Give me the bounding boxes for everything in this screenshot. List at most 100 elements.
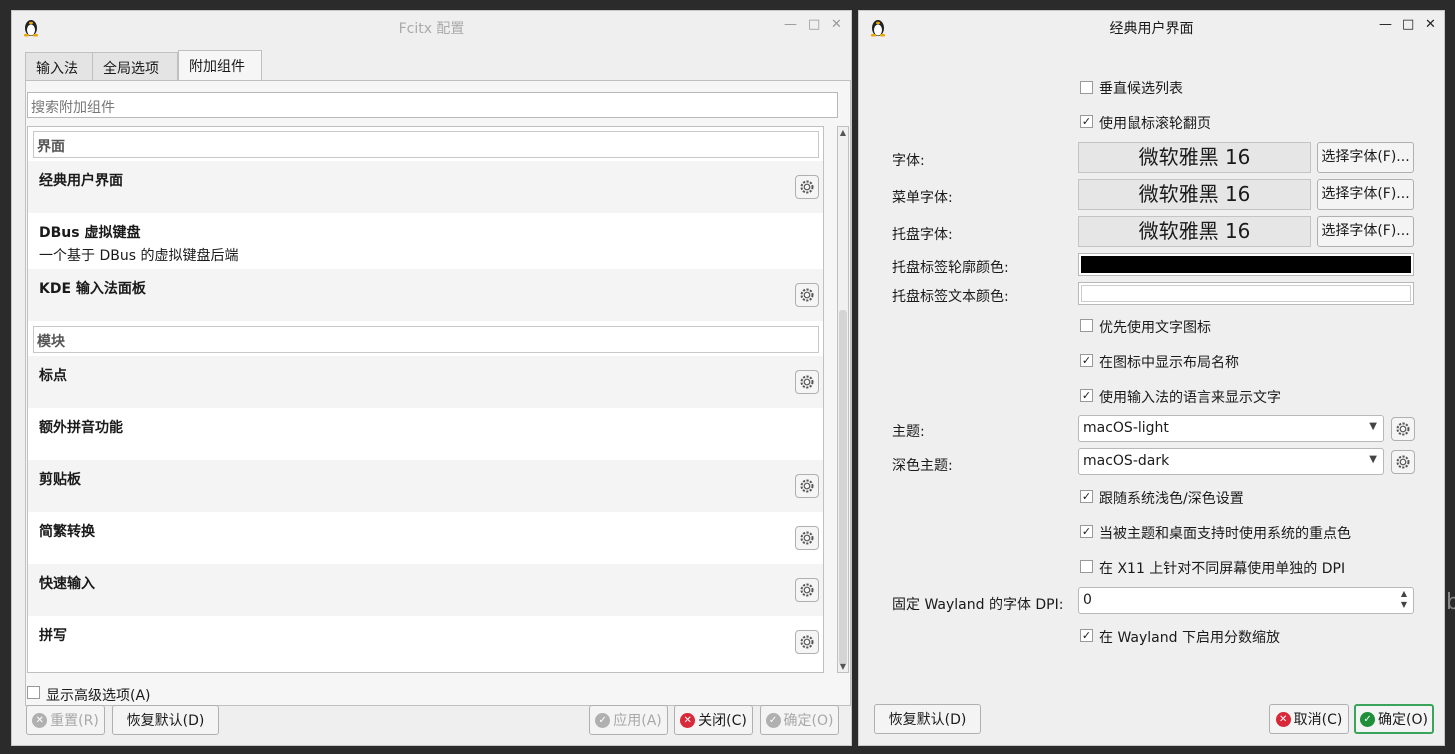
- theme-select[interactable]: macOS-light ▼: [1078, 415, 1384, 442]
- section-header-modules: 模块: [33, 326, 819, 353]
- show-layout-name-label[interactable]: 在图标中显示布局名称: [1099, 352, 1239, 372]
- ok-button[interactable]: ✓ 确定(O): [1354, 704, 1434, 734]
- ok-button[interactable]: ✓ 确定(O): [760, 705, 839, 735]
- color-swatch: [1081, 256, 1411, 273]
- configure-gear-icon[interactable]: [795, 283, 819, 307]
- list-item[interactable]: 额外拼音功能: [28, 408, 823, 460]
- fractional-scale-label[interactable]: 在 Wayland 下启用分数缩放: [1099, 627, 1280, 647]
- close-icon[interactable]: ✕: [1425, 17, 1436, 32]
- list-item[interactable]: KDE 输入法面板: [28, 269, 823, 321]
- use-im-language-checkbox[interactable]: ✓: [1080, 389, 1093, 402]
- cancel-icon: ✕: [680, 712, 696, 728]
- minimize-icon[interactable]: —: [1379, 17, 1392, 32]
- addon-list[interactable]: 界面 经典用户界面 DBus 虚拟键盘 一个基于 DBus 的虚拟键盘后端 KD…: [27, 126, 824, 673]
- wheel-page-checkbox[interactable]: ✓: [1080, 115, 1093, 128]
- list-item[interactable]: 剪贴板: [28, 460, 823, 512]
- addon-title: 额外拼音功能: [39, 420, 123, 436]
- follow-system-checkbox[interactable]: ✓: [1080, 490, 1093, 503]
- configure-gear-icon[interactable]: [795, 175, 819, 199]
- addons-panel: 搜索附加组件 界面 经典用户界面 DBus 虚拟键盘 一个基于 DBus 的虚拟…: [25, 80, 851, 706]
- select-font-button[interactable]: 选择字体(F)...: [1317, 142, 1414, 173]
- vertical-candidate-label[interactable]: 垂直候选列表: [1099, 78, 1183, 98]
- restore-default-button[interactable]: 恢复默认(D): [112, 705, 219, 735]
- addon-title: KDE 输入法面板: [39, 281, 146, 297]
- spin-up-down-icon[interactable]: ▲ ▼: [1401, 588, 1407, 610]
- wayland-dpi-label: 固定 Wayland 的字体 DPI:: [892, 597, 1064, 613]
- ok-label: 确定(O): [783, 713, 834, 729]
- fractional-scale-checkbox[interactable]: ✓: [1080, 629, 1093, 642]
- restore-default-button[interactable]: 恢复默认(D): [874, 704, 981, 734]
- addon-search-input[interactable]: 搜索附加组件: [27, 92, 838, 118]
- scroll-down-icon[interactable]: ▼: [838, 662, 848, 671]
- tray-text-color-label: 托盘标签文本颜色:: [892, 289, 1009, 305]
- close-label: 关闭(C): [698, 713, 747, 729]
- window-title: 经典用户界面: [1109, 21, 1194, 37]
- use-im-language-label[interactable]: 使用输入法的语言来显示文字: [1099, 387, 1281, 407]
- dark-theme-value: macOS-dark: [1083, 453, 1170, 469]
- addon-title: 剪贴板: [39, 472, 81, 488]
- show-advanced-checkbox[interactable]: [27, 686, 40, 699]
- accent-color-checkbox[interactable]: ✓: [1080, 525, 1093, 538]
- color-swatch: [1081, 285, 1411, 302]
- reset-label: 重置(R): [50, 713, 99, 729]
- apply-button[interactable]: ✓ 应用(A): [589, 705, 668, 735]
- reset-icon: ✕: [32, 712, 48, 728]
- list-item[interactable]: 快速输入: [28, 564, 823, 616]
- tray-outline-color-button[interactable]: [1078, 253, 1414, 276]
- prefer-text-icon-checkbox[interactable]: [1080, 319, 1093, 332]
- check-icon: ✓: [765, 712, 781, 728]
- restore-default-label: 恢复默认(D): [126, 713, 205, 729]
- list-item[interactable]: 经典用户界面: [28, 161, 823, 213]
- tray-outline-color-label: 托盘标签轮廓颜色:: [892, 260, 1009, 276]
- wayland-dpi-spinbox[interactable]: 0 ▲ ▼: [1078, 587, 1414, 614]
- list-item[interactable]: 简繁转换: [28, 512, 823, 564]
- list-item[interactable]: 拼写: [28, 616, 823, 668]
- per-screen-dpi-checkbox[interactable]: [1080, 560, 1093, 573]
- list-item[interactable]: 标点: [28, 356, 823, 408]
- maximize-icon[interactable]: □: [1402, 17, 1414, 32]
- configure-gear-icon[interactable]: [795, 474, 819, 498]
- list-scrollbar[interactable]: ▲ ▼: [837, 126, 849, 673]
- cancel-button[interactable]: ✕ 取消(C): [1269, 704, 1349, 734]
- configure-gear-icon[interactable]: [795, 526, 819, 550]
- theme-configure-gear-icon[interactable]: [1391, 417, 1415, 441]
- scroll-up-icon[interactable]: ▲: [838, 128, 848, 137]
- configure-gear-icon[interactable]: [795, 578, 819, 602]
- tab-input-method[interactable]: 输入法: [25, 52, 93, 80]
- scrollbar-thumb[interactable]: [839, 310, 847, 665]
- select-menu-font-button[interactable]: 选择字体(F)...: [1317, 179, 1414, 210]
- menu-font-label: 菜单字体:: [892, 190, 953, 206]
- title-bar[interactable]: 经典用户界面 — □ ✕: [859, 11, 1444, 43]
- classic-ui-config-window: 经典用户界面 — □ ✕ 垂直候选列表 ✓ 使用鼠标滚轮翻页 字体: 微软雅黑 …: [858, 10, 1445, 746]
- tray-text-color-button[interactable]: [1078, 282, 1414, 305]
- wheel-page-label[interactable]: 使用鼠标滚轮翻页: [1099, 113, 1211, 133]
- configure-gear-icon[interactable]: [795, 370, 819, 394]
- section-header-ui: 界面: [33, 131, 819, 158]
- menu-font-preview: 微软雅黑 16: [1078, 179, 1311, 210]
- reset-button[interactable]: ✕ 重置(R): [26, 705, 105, 735]
- list-item[interactable]: DBus 虚拟键盘 一个基于 DBus 的虚拟键盘后端: [28, 213, 823, 269]
- addon-title: 拼写: [39, 628, 67, 644]
- vertical-candidate-checkbox[interactable]: [1080, 81, 1093, 94]
- tab-addons[interactable]: 附加组件: [178, 50, 262, 81]
- select-tray-font-button[interactable]: 选择字体(F)...: [1317, 216, 1414, 247]
- per-screen-dpi-label[interactable]: 在 X11 上针对不同屏幕使用单独的 DPI: [1099, 558, 1345, 578]
- show-advanced-label[interactable]: 显示高级选项(A): [46, 685, 151, 705]
- dropdown-arrow-icon: ▼: [1369, 454, 1377, 465]
- dark-theme-select[interactable]: macOS-dark ▼: [1078, 448, 1384, 475]
- minimize-icon[interactable]: —: [784, 17, 797, 32]
- prefer-text-icon-label[interactable]: 优先使用文字图标: [1099, 317, 1211, 337]
- tab-global-options[interactable]: 全局选项: [92, 52, 178, 80]
- fcitx-config-window: Fcitx 配置 — □ ✕ 输入法 全局选项 附加组件 搜索附加组件 界面 经…: [11, 10, 852, 746]
- ok-label: 确定(O): [1378, 712, 1428, 728]
- show-layout-name-checkbox[interactable]: ✓: [1080, 354, 1093, 367]
- addon-title: 标点: [39, 368, 67, 384]
- maximize-icon[interactable]: □: [808, 17, 820, 32]
- accent-color-label[interactable]: 当被主题和桌面支持时使用系统的重点色: [1099, 523, 1351, 543]
- follow-system-label[interactable]: 跟随系统浅色/深色设置: [1099, 488, 1244, 508]
- title-bar[interactable]: Fcitx 配置 — □ ✕: [12, 11, 851, 43]
- close-button[interactable]: ✕ 关闭(C): [674, 705, 753, 735]
- configure-gear-icon[interactable]: [795, 630, 819, 654]
- dark-theme-configure-gear-icon[interactable]: [1391, 450, 1415, 474]
- close-icon[interactable]: ✕: [831, 17, 842, 32]
